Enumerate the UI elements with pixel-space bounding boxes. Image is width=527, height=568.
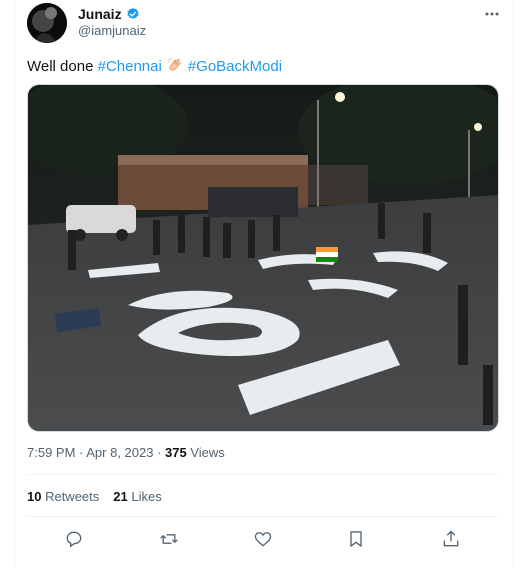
author-row: Junaiz — [78, 6, 140, 22]
hashtag-chennai[interactable]: #Chennai — [98, 58, 162, 75]
views-count: 375 — [165, 445, 187, 460]
author-handle[interactable]: @iamjunaiz — [78, 23, 146, 38]
retweets-count: 10 — [27, 489, 42, 504]
tweet-date[interactable]: Apr 8, 2023 — [86, 445, 153, 460]
street-photo — [28, 85, 498, 431]
divider — [27, 516, 497, 517]
likes-stat[interactable]: 21 Likes — [113, 489, 161, 504]
clapping-hands-icon — [167, 57, 181, 71]
likes-count: 21 — [113, 489, 128, 504]
likes-label: Likes — [127, 489, 162, 504]
tweet-card: Junaiz @iamjunaiz Well done #Chennai #Go… — [0, 0, 527, 568]
retweets-stat[interactable]: 10 Retweets — [27, 489, 99, 504]
share-icon[interactable] — [441, 529, 461, 549]
retweets-label: Retweets — [41, 489, 100, 504]
reply-icon[interactable] — [64, 529, 84, 549]
meta-separator: · — [153, 445, 166, 460]
avatar[interactable] — [27, 3, 67, 43]
divider — [27, 474, 497, 475]
verified-badge-icon — [126, 7, 139, 19]
hashtag-gobackmodi[interactable]: #GoBackModi — [188, 58, 282, 75]
meta-separator: · — [75, 445, 87, 460]
tweet-time[interactable]: 7:59 PM — [27, 445, 75, 460]
author-name[interactable]: Junaiz — [78, 6, 122, 22]
tweet-text-start: Well done — [27, 58, 98, 75]
tweet-photo[interactable] — [27, 84, 499, 432]
views-label: Views — [186, 445, 225, 460]
tweet-meta: 7:59 PM · Apr 8, 2023 · 375 Views — [27, 445, 225, 460]
like-icon[interactable] — [253, 529, 273, 549]
more-options-icon[interactable] — [484, 6, 500, 22]
avatar-image — [27, 3, 67, 43]
tweet-stats: 10 Retweets 21 Likes — [27, 489, 162, 504]
tweet-text: Well done #Chennai #GoBackModi — [27, 56, 282, 77]
bookmark-icon[interactable] — [346, 529, 366, 549]
action-bar — [27, 527, 497, 553]
retweet-icon[interactable] — [159, 529, 179, 549]
